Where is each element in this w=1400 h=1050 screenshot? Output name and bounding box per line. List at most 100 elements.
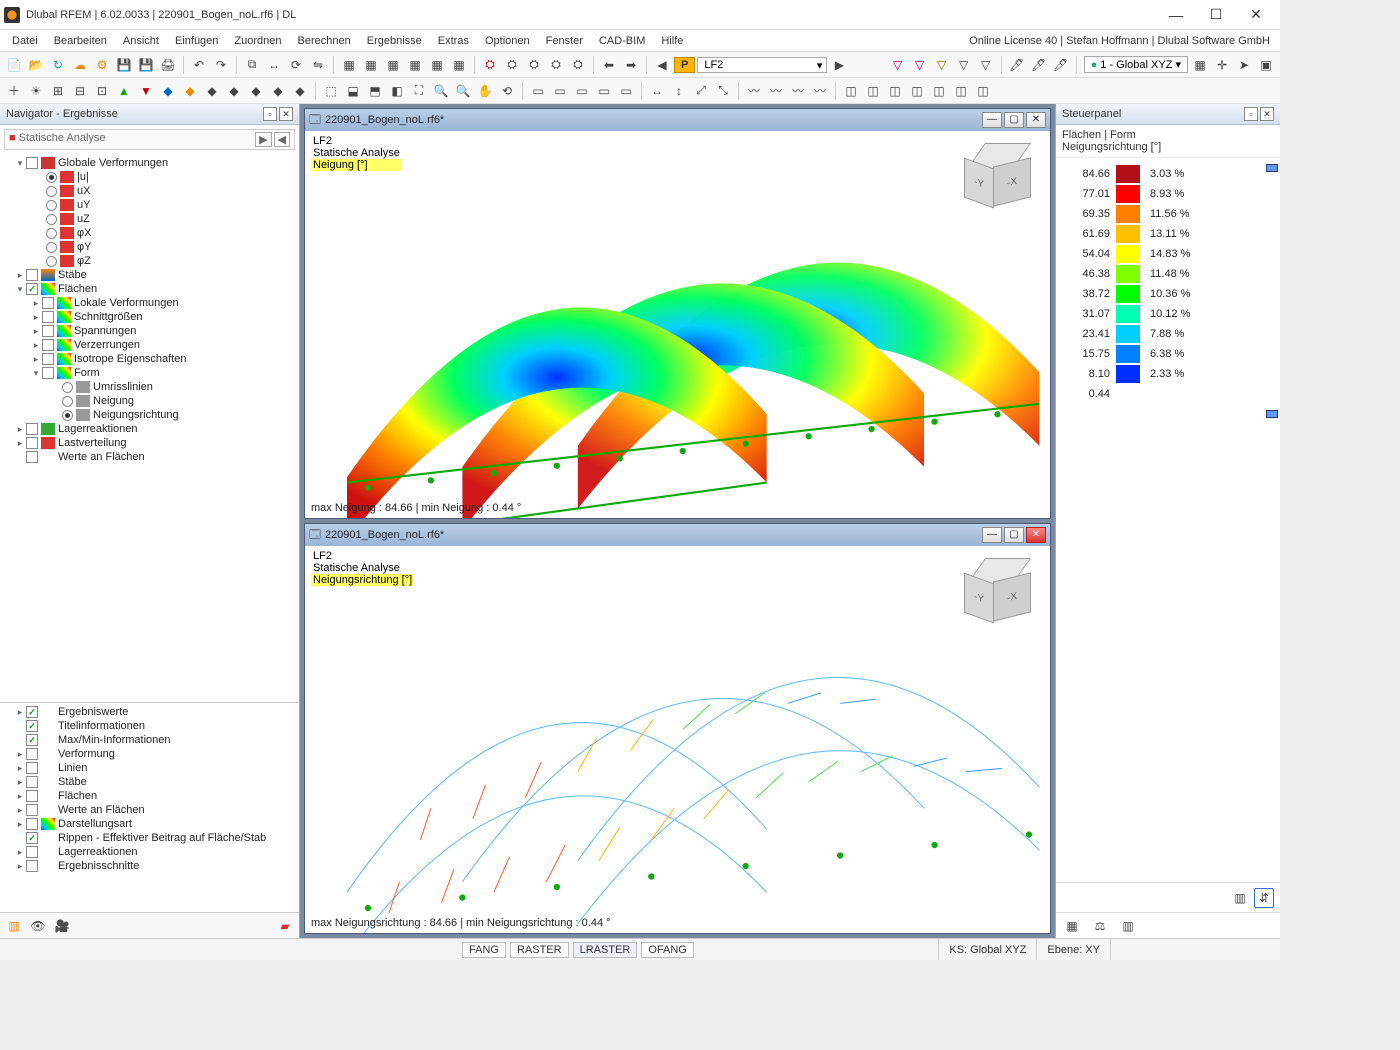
- tb2-res4-icon[interactable]: 〰: [810, 81, 830, 101]
- tb2-4-icon[interactable]: ⊟: [70, 81, 90, 101]
- tree-lastverteilung[interactable]: ▸Lastverteilung: [0, 436, 299, 450]
- lf-badge[interactable]: P: [674, 57, 695, 73]
- dtree-titel[interactable]: Titelinformationen: [0, 719, 299, 733]
- dtree-maxmin[interactable]: Max/Min-Informationen: [0, 733, 299, 747]
- menu-datei[interactable]: Datei: [4, 33, 46, 49]
- tb-calc4-icon[interactable]: ⛭: [546, 55, 566, 75]
- tb2-orbit-icon[interactable]: ⟲: [497, 81, 517, 101]
- coord-select[interactable]: ● 1 - Global XYZ ▾: [1084, 56, 1188, 73]
- tb-paint3-icon[interactable]: 🖊: [1051, 55, 1071, 75]
- tree-phix[interactable]: φX: [0, 226, 299, 240]
- tb-table4-icon[interactable]: ▦: [405, 55, 425, 75]
- tb2-14-icon[interactable]: ◆: [290, 81, 310, 101]
- viewport-2[interactable]: LF2 Statische Analyse Neigungsrichtung […: [305, 546, 1050, 933]
- tb-redo-icon[interactable]: ↷: [211, 55, 231, 75]
- menu-hilfe[interactable]: Hilfe: [653, 33, 691, 49]
- dtree-werte[interactable]: ▸Werte an Flächen: [0, 803, 299, 817]
- tb-new-icon[interactable]: 📄: [4, 55, 24, 75]
- legend-slider-top[interactable]: [1266, 164, 1278, 172]
- panel-tab-1-icon[interactable]: ▦: [1062, 916, 1082, 936]
- tb2-zoomin-icon[interactable]: 🔍: [431, 81, 451, 101]
- tb-cloud-icon[interactable]: ☁: [70, 55, 90, 75]
- tb2-iso-icon[interactable]: ⬚: [321, 81, 341, 101]
- viewport-1[interactable]: LF2 Statische Analyse Neigung [°] -Y-X m…: [305, 131, 1050, 518]
- navtab-result-icon[interactable]: ▰: [275, 916, 295, 936]
- navigator-close-button[interactable]: ✕: [279, 107, 293, 121]
- tb-grid-icon[interactable]: ▦: [1190, 55, 1210, 75]
- window-close-button[interactable]: ✕: [1236, 1, 1276, 29]
- tb-support3-icon[interactable]: ▽: [932, 55, 952, 75]
- panel-tab-2-icon[interactable]: ⚖: [1090, 916, 1110, 936]
- subwin-2-titlebar[interactable]: 🗔 220901_Bogen_noL.rf6* — ▢ ✕: [305, 524, 1050, 546]
- tree-neigung[interactable]: Neigung: [0, 394, 299, 408]
- subwin-1-titlebar[interactable]: 🗔 220901_Bogen_noL.rf6* — ▢ ✕: [305, 109, 1050, 131]
- tb2-dim2-icon[interactable]: ↕: [669, 81, 689, 101]
- dtree-staebe[interactable]: ▸Stäbe: [0, 775, 299, 789]
- panel-btn-1-icon[interactable]: ▥: [1230, 888, 1250, 908]
- control-panel-close-button[interactable]: ✕: [1260, 107, 1274, 121]
- panel-tab-3-icon[interactable]: ▥: [1118, 916, 1138, 936]
- menu-cad-bim[interactable]: CAD-BIM: [591, 33, 653, 49]
- tb-open-icon[interactable]: 📂: [26, 55, 46, 75]
- tree-umriss[interactable]: Umrisslinien: [0, 380, 299, 394]
- tb-saveall-icon[interactable]: 💾: [136, 55, 156, 75]
- tb2-m6-icon[interactable]: ◫: [951, 81, 971, 101]
- tree-verzerrungen[interactable]: ▸Verzerrungen: [0, 338, 299, 352]
- tb2-sel5-icon[interactable]: ▭: [616, 81, 636, 101]
- tb2-pan-icon[interactable]: ✋: [475, 81, 495, 101]
- tb-move-icon[interactable]: ↔: [264, 55, 284, 75]
- tb-table6-icon[interactable]: ▦: [449, 55, 469, 75]
- tree-globale-verformungen[interactable]: ▾Globale Verformungen: [0, 156, 299, 170]
- tb2-res3-icon[interactable]: 〰: [788, 81, 808, 101]
- tb-cube-icon[interactable]: ▣: [1256, 55, 1276, 75]
- tb2-1-icon[interactable]: ＋: [4, 81, 24, 101]
- menu-ansicht[interactable]: Ansicht: [115, 33, 167, 49]
- status-fang[interactable]: FANG: [462, 942, 506, 958]
- status-lraster[interactable]: LRASTER: [573, 942, 638, 958]
- tb-nav-left-icon[interactable]: ⬅: [599, 55, 619, 75]
- subwin-1-close[interactable]: ✕: [1026, 112, 1046, 128]
- window-maximize-button[interactable]: ☐: [1196, 1, 1236, 29]
- panel-btn-2-icon[interactable]: ⇵: [1254, 888, 1274, 908]
- tb-support1-icon[interactable]: ▽: [888, 55, 908, 75]
- tb-calc5-icon[interactable]: ⛭: [568, 55, 588, 75]
- tb-calc3-icon[interactable]: ⛭: [524, 55, 544, 75]
- tb2-top-icon[interactable]: ⬓: [343, 81, 363, 101]
- dtree-linien[interactable]: ▸Linien: [0, 761, 299, 775]
- tree-spannungen[interactable]: ▸Spannungen: [0, 324, 299, 338]
- tb2-9-icon[interactable]: ◆: [180, 81, 200, 101]
- tb-table5-icon[interactable]: ▦: [427, 55, 447, 75]
- tb-support2-icon[interactable]: ▽: [910, 55, 930, 75]
- tree-staebe[interactable]: ▸Stäbe: [0, 268, 299, 282]
- control-panel-pin-button[interactable]: ▫: [1244, 107, 1258, 121]
- tb2-dim1-icon[interactable]: ↔: [647, 81, 667, 101]
- menu-extras[interactable]: Extras: [430, 33, 477, 49]
- tree-lokale[interactable]: ▸Lokale Verformungen: [0, 296, 299, 310]
- tb2-sel1-icon[interactable]: ▭: [528, 81, 548, 101]
- tb2-sel4-icon[interactable]: ▭: [594, 81, 614, 101]
- tb-cursor-icon[interactable]: ➤: [1234, 55, 1254, 75]
- tree-neigungsrichtung[interactable]: Neigungsrichtung: [0, 408, 299, 422]
- tree-u[interactable]: |u|: [0, 170, 299, 184]
- tb2-res2-icon[interactable]: 〰: [766, 81, 786, 101]
- tb-print-icon[interactable]: 🖨: [158, 55, 178, 75]
- dtree-lager[interactable]: ▸Lagerreaktionen: [0, 845, 299, 859]
- tb2-side-icon[interactable]: ◧: [387, 81, 407, 101]
- menu-zuordnen[interactable]: Zuordnen: [226, 33, 289, 49]
- tb2-sel2-icon[interactable]: ▭: [550, 81, 570, 101]
- tb-calc2-icon[interactable]: ⛭: [502, 55, 522, 75]
- menu-fenster[interactable]: Fenster: [538, 33, 591, 49]
- tb2-13-icon[interactable]: ◆: [268, 81, 288, 101]
- tb-refresh-icon[interactable]: ↻: [48, 55, 68, 75]
- tb-nav-right-icon[interactable]: ➡: [621, 55, 641, 75]
- navtab-data-icon[interactable]: ▥: [4, 916, 24, 936]
- tb2-dim4-icon[interactable]: ⤡: [713, 81, 733, 101]
- subwin-2-close[interactable]: ✕: [1026, 527, 1046, 543]
- tb2-8-icon[interactable]: ◆: [158, 81, 178, 101]
- subwin-2-max[interactable]: ▢: [1004, 527, 1024, 543]
- subwin-2-min[interactable]: —: [982, 527, 1002, 543]
- tb2-m7-icon[interactable]: ◫: [973, 81, 993, 101]
- tree-isotrope[interactable]: ▸Isotrope Eigenschaften: [0, 352, 299, 366]
- tb2-m4-icon[interactable]: ◫: [907, 81, 927, 101]
- tree-flaechen[interactable]: ▾Flächen: [0, 282, 299, 296]
